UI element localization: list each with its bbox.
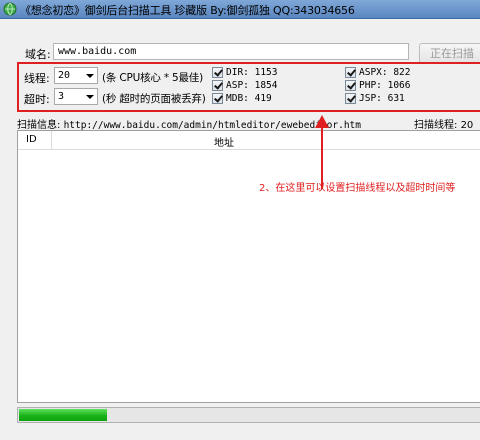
table-header: ID 地址 — [18, 131, 480, 150]
timeout-select-value: 3 — [58, 91, 65, 102]
title-bar[interactable]: 《想念初恋》御剑后台扫描工具 珍藏版 By:御剑孤独 QQ:343034656 — [0, 0, 480, 19]
check-icon — [345, 93, 356, 104]
annotation-text: 2、在这里可以设置扫描线程以及超时时间等 — [259, 183, 456, 194]
checkbox-php[interactable]: PHP: 1066 — [345, 80, 410, 91]
check-icon — [212, 80, 223, 91]
check-icon — [212, 67, 223, 78]
checkbox-mdb-label: MDB: 419 — [226, 93, 272, 104]
column-header-address[interactable]: 地址 — [214, 134, 234, 149]
threads-note: (条 CPU核心 * 5最佳) — [102, 72, 203, 84]
checkbox-php-label: PHP: 1066 — [359, 80, 411, 91]
checkbox-jsp[interactable]: JSP: 631 — [345, 93, 405, 104]
check-icon — [212, 93, 223, 104]
threads-select[interactable]: 20 — [54, 67, 98, 84]
progress-bar — [17, 407, 480, 423]
timeout-note: (秒 超时的页面被丢弃) — [102, 93, 206, 105]
status-strip — [0, 425, 480, 440]
checkbox-asp-label: ASP: 1854 — [226, 80, 278, 91]
timeout-label: 超时: — [24, 93, 50, 106]
timeout-select[interactable]: 3 — [54, 88, 98, 105]
results-table[interactable]: ID 地址 — [17, 130, 480, 403]
threads-select-value: 20 — [58, 70, 71, 81]
domain-label: 域名: — [25, 48, 51, 61]
check-icon — [345, 67, 356, 78]
column-header-id[interactable]: ID — [26, 134, 37, 145]
scan-button[interactable]: 正在扫描 — [419, 43, 480, 64]
window-title: 《想念初恋》御剑后台扫描工具 珍藏版 By:御剑孤独 QQ:343034656 — [20, 4, 355, 17]
checkbox-mdb[interactable]: MDB: 419 — [212, 93, 272, 104]
checkbox-dir[interactable]: DIR: 1153 — [212, 67, 277, 78]
checkbox-asp[interactable]: ASP: 1854 — [212, 80, 277, 91]
checkbox-dir-label: DIR: 1153 — [226, 67, 278, 78]
checkbox-aspx-label: ASPX: 822 — [359, 67, 411, 78]
checkbox-jsp-label: JSP: 631 — [359, 93, 405, 104]
checkbox-aspx[interactable]: ASPX: 822 — [345, 67, 410, 78]
globe-icon — [3, 2, 17, 16]
column-divider[interactable] — [51, 131, 52, 150]
threads-label: 线程: — [24, 72, 50, 85]
chevron-down-icon — [86, 74, 94, 78]
chevron-down-icon — [86, 95, 94, 99]
domain-input[interactable]: www.baidu.com — [53, 43, 409, 60]
check-icon — [345, 80, 356, 91]
main-window: 域名: www.baidu.com 正在扫描 线程: 20 (条 CPU核心 *… — [0, 19, 480, 440]
progress-fill — [19, 409, 107, 421]
scan-threads: 扫描线程: 20 — [414, 116, 473, 131]
